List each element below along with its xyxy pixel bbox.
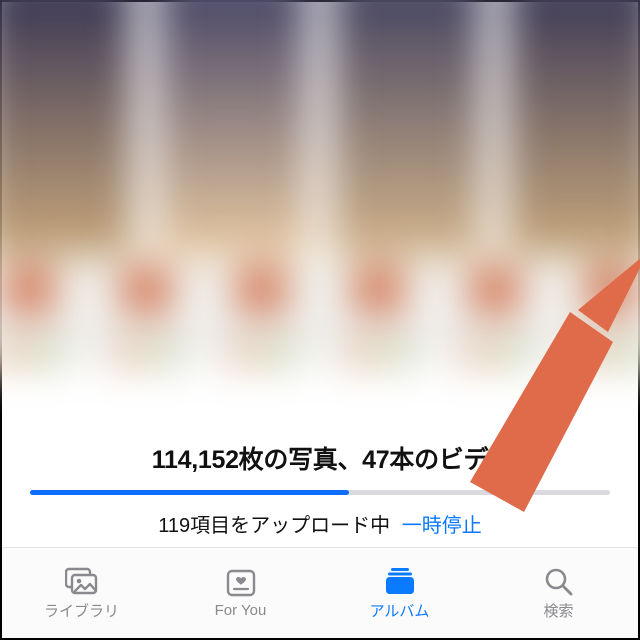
library-icon — [65, 566, 99, 596]
tab-albums[interactable]: アルバム — [320, 548, 479, 638]
tab-label: アルバム — [370, 600, 430, 621]
upload-status-line: 119項目をアップロード中 一時停止 — [30, 509, 610, 538]
tab-label: For You — [215, 602, 267, 619]
upload-progress-bar — [30, 490, 610, 495]
search-icon — [542, 566, 576, 596]
for-you-icon — [224, 568, 258, 598]
upload-status-text: 119項目をアップロード中 — [158, 515, 390, 537]
pause-upload-link[interactable]: 一時停止 — [402, 515, 482, 537]
tab-label: 検索 — [543, 600, 573, 621]
tab-bar: ライブラリ For You アルバム 検索 — [2, 547, 638, 638]
library-count-text: 114,152枚の写真、47本のビデ — [30, 440, 610, 476]
tab-label: ライブラリ — [44, 600, 119, 621]
tab-library[interactable]: ライブラリ — [2, 548, 161, 638]
albums-icon — [383, 566, 417, 596]
tab-for-you[interactable]: For You — [161, 548, 320, 638]
tab-search[interactable]: 検索 — [479, 548, 638, 638]
upload-progress-fill — [30, 490, 349, 495]
